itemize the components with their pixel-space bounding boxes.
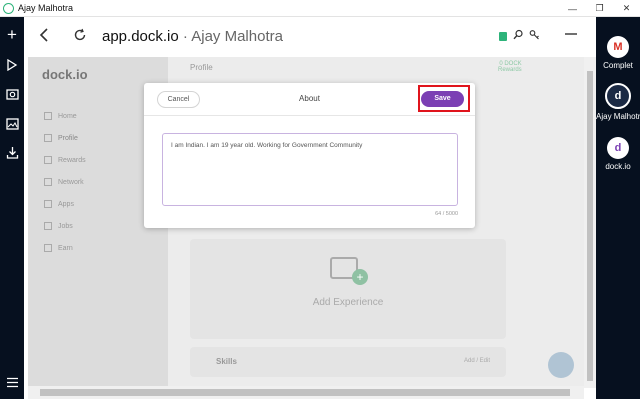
rail-item-label: dock.io (605, 162, 631, 171)
image-icon[interactable] (5, 118, 19, 132)
rail-item-dock-io[interactable]: d dock.io (596, 137, 640, 171)
right-rail: M Complet d Ajay Malhotra d dock.io (596, 17, 640, 399)
add-icon: + (352, 269, 368, 285)
browser-toolbar: app.dock.io · Ajay Malhotra (24, 17, 596, 57)
apps-icon (44, 200, 52, 208)
window-title: Ajay Malhotra (18, 3, 74, 13)
horizontal-scrollbar[interactable] (28, 386, 584, 399)
profile-icon (44, 134, 52, 142)
experience-card[interactable]: + Add Experience (190, 239, 506, 339)
window-titlebar: Ajay Malhotra — ❐ ✕ (0, 0, 640, 17)
rail-item-label: Ajay Malhotra (596, 112, 640, 121)
home-icon (44, 112, 52, 120)
earn-icon (44, 244, 52, 252)
jobs-icon (44, 222, 52, 230)
back-arrow-icon[interactable] (38, 27, 50, 48)
sidebar-item-home[interactable]: Home (44, 112, 77, 120)
network-icon (44, 178, 52, 186)
dock-logo: dock.io (42, 67, 88, 82)
secure-lock-icon (499, 32, 507, 41)
horizontal-scroll-thumb[interactable] (40, 389, 570, 396)
rail-item-complete[interactable]: M Complet (596, 36, 640, 70)
dock-balance-sub: Rewards (498, 67, 522, 73)
dock-balance[interactable]: 0 DOCK Rewards (498, 61, 522, 73)
window-controls: — ❐ ✕ (559, 0, 640, 17)
maximize-icon[interactable]: ❐ (586, 0, 613, 17)
camera-icon[interactable] (5, 88, 19, 102)
search-icon[interactable] (513, 29, 524, 43)
character-count: 64 / 5000 (435, 211, 458, 217)
skills-label: Skills (216, 357, 237, 366)
left-rail: + (0, 17, 24, 399)
vertical-scroll-thumb[interactable] (587, 71, 593, 381)
play-icon[interactable] (5, 58, 19, 73)
minimize-panel-icon[interactable] (564, 22, 578, 41)
minimize-icon[interactable]: — (559, 0, 586, 17)
rail-item-ajay-malhotra[interactable]: d Ajay Malhotra (596, 83, 640, 121)
app-logo-icon (3, 2, 14, 14)
close-icon[interactable]: ✕ (613, 0, 640, 17)
menu-icon[interactable] (5, 377, 19, 391)
sidebar-item-rewards[interactable]: Rewards (44, 156, 86, 164)
modal-header: Cancel About Save (144, 83, 475, 116)
chat-button[interactable] (548, 352, 574, 378)
extension-icon[interactable] (529, 29, 540, 43)
dock-app-icon: d (607, 137, 629, 159)
rewards-icon (44, 156, 52, 164)
download-icon[interactable] (5, 146, 19, 160)
save-button[interactable]: Save (421, 91, 464, 107)
add-experience-label: Add Experience (312, 297, 384, 308)
sidebar-item-apps[interactable]: Apps (44, 200, 74, 208)
plus-icon[interactable]: + (5, 26, 19, 43)
sidebar-item-profile[interactable]: Profile (44, 134, 78, 142)
vertical-scrollbar[interactable] (584, 57, 596, 388)
about-textarea[interactable]: I am Indian. I am 19 year old. Working f… (162, 133, 458, 206)
sidebar-item-jobs[interactable]: Jobs (44, 222, 73, 230)
rail-item-label: Complet (603, 61, 633, 70)
sidebar-item-earn[interactable]: Earn (44, 244, 73, 252)
about-modal: Cancel About Save I am Indian. I am 19 y… (144, 83, 475, 228)
address-bar[interactable]: app.dock.io · Ajay Malhotra (102, 28, 283, 45)
skills-card: Skills Add / Edit (190, 347, 506, 377)
reload-icon[interactable] (73, 28, 87, 46)
gmail-icon: M (607, 36, 629, 58)
dock-app-icon: d (605, 83, 631, 109)
url-domain: app.dock.io (102, 28, 179, 45)
page-title: Profile (190, 63, 213, 72)
url-page-name: Ajay Malhotra (191, 28, 283, 45)
url-separator: · (182, 28, 188, 45)
skills-edit-link[interactable]: Add / Edit (464, 358, 490, 364)
sidebar-item-network[interactable]: Network (44, 178, 84, 186)
